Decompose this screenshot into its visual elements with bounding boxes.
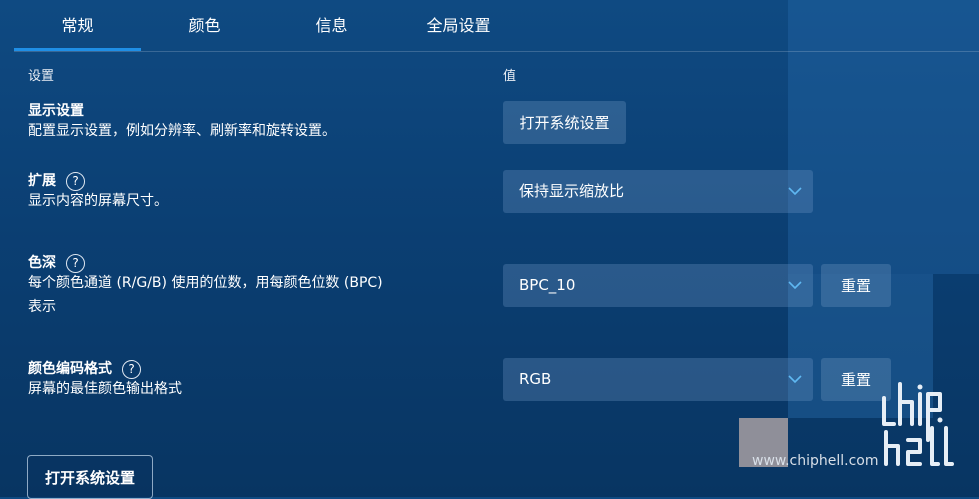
watermark-logo-icon <box>882 382 954 466</box>
tab-bar: 常规 颜色 信息 全局设置 <box>14 0 979 52</box>
column-header-value: 值 <box>503 69 517 84</box>
scaling-title: 扩展? <box>28 170 85 191</box>
color-depth-desc-line2: 表示 <box>28 299 56 315</box>
color-format-title: 颜色编码格式? <box>28 358 141 379</box>
color-depth-select[interactable]: BPC_10 <box>503 264 813 307</box>
bottom-open-system-settings-button[interactable]: 打开系统设置 <box>27 455 153 499</box>
chevron-down-icon <box>788 375 802 384</box>
help-icon[interactable]: ? <box>122 360 141 379</box>
color-depth-reset-button[interactable]: 重置 <box>821 264 891 307</box>
help-icon[interactable]: ? <box>66 172 85 191</box>
color-depth-title: 色深? <box>28 252 85 273</box>
scaling-select-value: 保持显示缩放比 <box>519 182 625 200</box>
help-icon[interactable]: ? <box>66 254 85 273</box>
scaling-select[interactable]: 保持显示缩放比 <box>503 170 813 213</box>
display-settings-title: 显示设置 <box>28 103 84 119</box>
color-format-desc: 屏幕的最佳颜色输出格式 <box>28 381 182 397</box>
scaling-title-text: 扩展 <box>28 173 56 189</box>
watermark-url: www.chiphell.com <box>752 453 879 469</box>
color-depth-desc-line1: 每个颜色通道 (R/G/B) 使用的位数，用每颜色位数 (BPC) <box>28 275 383 291</box>
scaling-desc: 显示内容的屏幕尺寸。 <box>28 193 168 209</box>
chevron-down-icon <box>788 187 802 196</box>
open-system-settings-button[interactable]: 打开系统设置 <box>503 101 626 144</box>
color-depth-select-value: BPC_10 <box>519 276 576 294</box>
tab-divider <box>14 51 979 52</box>
color-format-select-value: RGB <box>519 370 552 388</box>
tab-global-settings[interactable]: 全局设置 <box>395 0 522 52</box>
display-settings-desc: 配置显示设置，例如分辨率、刷新率和旋转设置。 <box>28 123 336 139</box>
color-format-select[interactable]: RGB <box>503 358 813 401</box>
color-format-title-text: 颜色编码格式 <box>28 361 112 377</box>
tab-info[interactable]: 信息 <box>268 0 395 52</box>
column-header-setting: 设置 <box>28 69 55 84</box>
color-depth-title-text: 色深 <box>28 255 56 271</box>
tab-general[interactable]: 常规 <box>14 0 141 52</box>
tab-color[interactable]: 颜色 <box>141 0 268 52</box>
chevron-down-icon <box>788 281 802 290</box>
